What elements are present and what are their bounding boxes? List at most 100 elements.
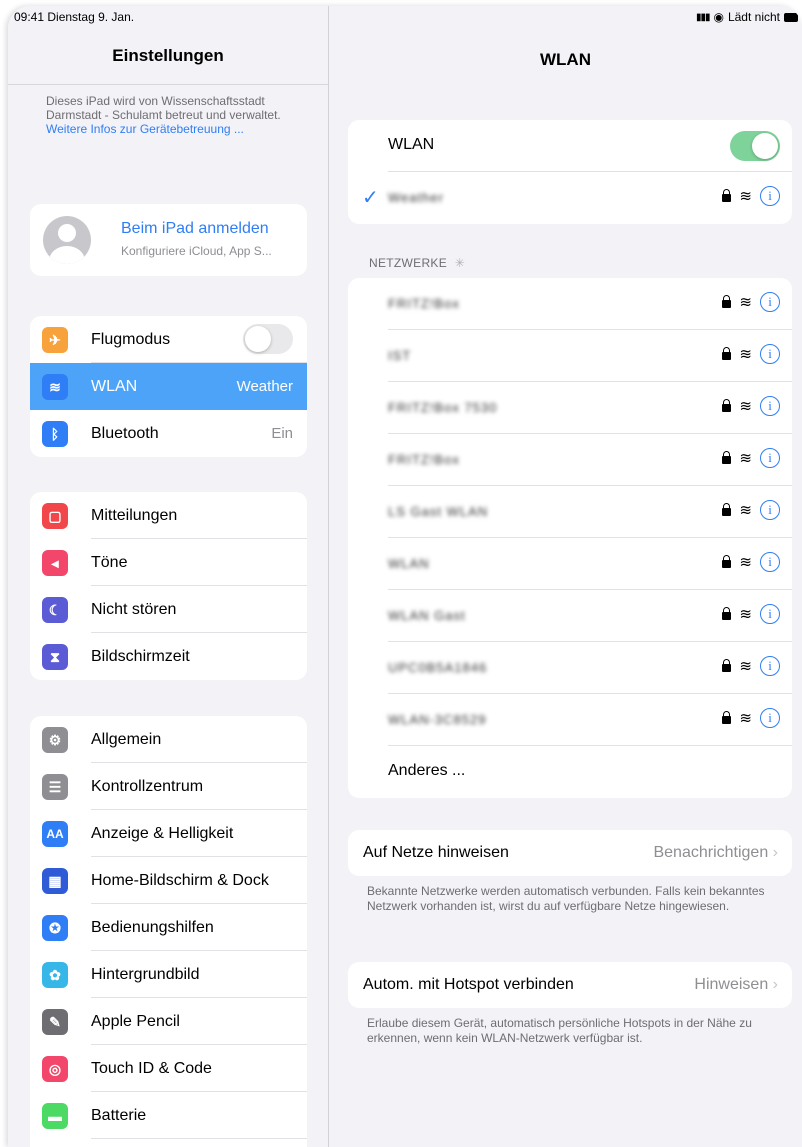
info-icon[interactable]: i bbox=[760, 500, 780, 520]
network-name: FRITZ!Box bbox=[388, 296, 460, 311]
lock-icon bbox=[722, 451, 732, 464]
network-row[interactable]: FRITZ!Box 7530 ≋ i bbox=[348, 382, 792, 434]
sidebar-item-apple-pencil[interactable]: ✎ Apple Pencil bbox=[30, 998, 307, 1045]
networks-card: FRITZ!Box ≋ i IST ≋ i FRITZ!Box 7530 ≋ i FR… bbox=[348, 278, 792, 798]
info-icon[interactable]: i bbox=[760, 448, 780, 468]
hotspot-row[interactable]: Autom. mit Hotspot verbinden Hinweisen › bbox=[348, 962, 792, 1008]
sidebar-item-wlan[interactable]: ≋ WLAN Weather bbox=[30, 363, 307, 410]
status-time-date: 09:41 Dienstag 9. Jan. bbox=[14, 10, 134, 24]
lock-icon bbox=[722, 555, 732, 568]
sidebar-item-label: Batterie bbox=[91, 1106, 147, 1124]
checkmark-icon: ✓ bbox=[362, 187, 379, 209]
wlan-detail-pane: WLAN WLAN ✓ Weather ≋ i NETZWERKE ✳ FRIT… bbox=[329, 6, 802, 1147]
sidebar-item-home-screen-dock[interactable]: ▦ Home-Bildschirm & Dock bbox=[30, 857, 307, 904]
chevron-right-icon: › bbox=[772, 844, 778, 861]
info-icon[interactable]: i bbox=[760, 552, 780, 572]
connectivity-group: ✈ Flugmodus ≋ WLAN Weather ᛒ Bluetooth E… bbox=[30, 316, 307, 457]
flower-icon: ✿ bbox=[42, 962, 68, 988]
pencil-icon: ✎ bbox=[42, 1009, 68, 1035]
sidebar-item-label: Mitteilungen bbox=[91, 506, 178, 524]
sidebar-item-airplane-mode[interactable]: ✈ Flugmodus bbox=[30, 316, 307, 363]
management-note: Dieses iPad wird von Wissenschaftsstadt … bbox=[46, 94, 306, 136]
hotspot-footnote: Erlaube diesem Gerät, automatisch persön… bbox=[367, 1016, 752, 1045]
airplane-mode-toggle[interactable] bbox=[243, 324, 293, 354]
sidebar-item-sounds[interactable]: ◂ Töne bbox=[30, 539, 307, 586]
network-name: LS Gast WLAN bbox=[388, 504, 489, 519]
management-info-link[interactable]: Weitere Infos zur Gerätebetreuung ... bbox=[46, 122, 244, 136]
sidebar-item-screen-time[interactable]: ⧗ Bildschirmzeit bbox=[30, 633, 307, 680]
lock-icon bbox=[722, 503, 732, 516]
sidebar-item-display-brightness[interactable]: AA Anzeige & Helligkeit bbox=[30, 810, 307, 857]
status-time: 09:41 bbox=[14, 10, 45, 24]
wlan-label: WLAN bbox=[388, 136, 435, 153]
network-name: WLAN bbox=[388, 556, 430, 571]
sidebar-title: Einstellungen bbox=[112, 46, 224, 65]
sidebar-item-label: Nicht stören bbox=[91, 600, 177, 618]
ipad-screen: 09:41 Dienstag 9. Jan. ▮▮▮ ◉ Lädt nicht … bbox=[8, 6, 802, 1147]
wifi-signal-icon: ≋ bbox=[739, 502, 752, 519]
sidebar-header-divider bbox=[8, 84, 328, 85]
info-icon[interactable]: i bbox=[760, 186, 780, 206]
ask-join-row[interactable]: Auf Netze hinweisen Benachrichtigen › bbox=[348, 830, 792, 876]
hourglass-icon: ⧗ bbox=[42, 644, 68, 670]
grid-icon: ▦ bbox=[42, 868, 68, 894]
settings-sidebar: Einstellungen Dieses iPad wird von Wisse… bbox=[8, 6, 329, 1147]
network-row[interactable]: UPC0B5A1846 ≋ i bbox=[348, 642, 792, 694]
network-row[interactable]: WLAN-3C8529 ≋ i bbox=[348, 694, 792, 746]
wlan-toggle[interactable] bbox=[730, 131, 780, 161]
sidebar-item-label: Bildschirmzeit bbox=[91, 647, 190, 665]
sidebar-item-label: WLAN bbox=[91, 377, 138, 395]
battery-icon: ▬ bbox=[42, 1103, 68, 1129]
fingerprint-icon: ◎ bbox=[42, 1056, 68, 1082]
detail-title: WLAN bbox=[540, 50, 591, 69]
sidebar-item-touch-id[interactable]: ◎ Touch ID & Code bbox=[30, 1045, 307, 1092]
connected-network-row[interactable]: ✓ Weather ≋ i bbox=[348, 172, 792, 224]
ask-join-footnote: Bekannte Netzwerke werden automatisch ve… bbox=[367, 884, 765, 913]
chevron-right-icon: › bbox=[772, 976, 778, 993]
sidebar-item-control-center[interactable]: ☰ Kontrollzentrum bbox=[30, 763, 307, 810]
sidebar-item-bluetooth[interactable]: ᛒ Bluetooth Ein bbox=[30, 410, 307, 457]
wifi-signal-icon: ≋ bbox=[739, 606, 752, 623]
network-row[interactable]: IST ≋ i bbox=[348, 330, 792, 382]
charging-status: Lädt nicht bbox=[727, 10, 780, 24]
sidebar-item-partial[interactable] bbox=[30, 1139, 307, 1147]
wifi-signal-icon: ≋ bbox=[739, 398, 752, 415]
sidebar-item-do-not-disturb[interactable]: ☾ Nicht stören bbox=[30, 586, 307, 633]
wlan-card: WLAN ✓ Weather ≋ i bbox=[348, 120, 792, 224]
sidebar-item-accessibility[interactable]: ✪ Bedienungshilfen bbox=[30, 904, 307, 951]
info-icon[interactable]: i bbox=[760, 708, 780, 728]
network-name: FRITZ!Box 7530 bbox=[388, 400, 498, 415]
info-icon[interactable]: i bbox=[760, 656, 780, 676]
network-row[interactable]: FRITZ!Box ≋ i bbox=[348, 434, 792, 486]
sidebar-item-notifications[interactable]: ▢ Mitteilungen bbox=[30, 492, 307, 539]
loading-spinner-icon: ✳ bbox=[454, 256, 466, 270]
wifi-signal-icon: ≋ bbox=[739, 710, 752, 727]
info-icon[interactable]: i bbox=[760, 396, 780, 416]
sidebar-item-wallpaper[interactable]: ✿ Hintergrundbild bbox=[30, 951, 307, 998]
sidebar-item-label: Kontrollzentrum bbox=[91, 777, 204, 795]
apple-id-signin[interactable]: Beim iPad anmelden Konfiguriere iCloud, … bbox=[30, 204, 307, 276]
hotspot-value: Hinweisen › bbox=[694, 976, 778, 993]
network-row[interactable]: FRITZ!Box ≋ i bbox=[348, 278, 792, 330]
other-network-row[interactable]: Anderes ... bbox=[348, 746, 792, 798]
avatar bbox=[43, 216, 91, 264]
info-icon[interactable]: i bbox=[760, 292, 780, 312]
bluetooth-icon: ᛒ bbox=[42, 421, 68, 447]
networks-header-label: NETZWERKE bbox=[369, 256, 448, 270]
info-icon[interactable]: i bbox=[760, 344, 780, 364]
lock-icon bbox=[722, 659, 732, 672]
info-icon[interactable]: i bbox=[760, 604, 780, 624]
networks-header: NETZWERKE ✳ bbox=[369, 256, 465, 270]
sidebar-item-label: Anzeige & Helligkeit bbox=[91, 824, 234, 842]
hotspot-label: Autom. mit Hotspot verbinden bbox=[363, 976, 574, 993]
sidebar-item-general[interactable]: ⚙ Allgemein bbox=[30, 716, 307, 763]
network-row[interactable]: LS Gast WLAN ≋ i bbox=[348, 486, 792, 538]
network-row[interactable]: WLAN Gast ≋ i bbox=[348, 590, 792, 642]
ask-join-value: Benachrichtigen › bbox=[653, 844, 778, 861]
lock-icon bbox=[722, 399, 732, 412]
management-note-text: Dieses iPad wird von Wissenschaftsstadt … bbox=[46, 94, 281, 122]
network-row[interactable]: WLAN ≋ i bbox=[348, 538, 792, 590]
sidebar-item-battery[interactable]: ▬ Batterie bbox=[30, 1092, 307, 1139]
sidebar-item-label: Flugmodus bbox=[91, 330, 171, 348]
wifi-status-icon: ◉ bbox=[713, 10, 724, 24]
